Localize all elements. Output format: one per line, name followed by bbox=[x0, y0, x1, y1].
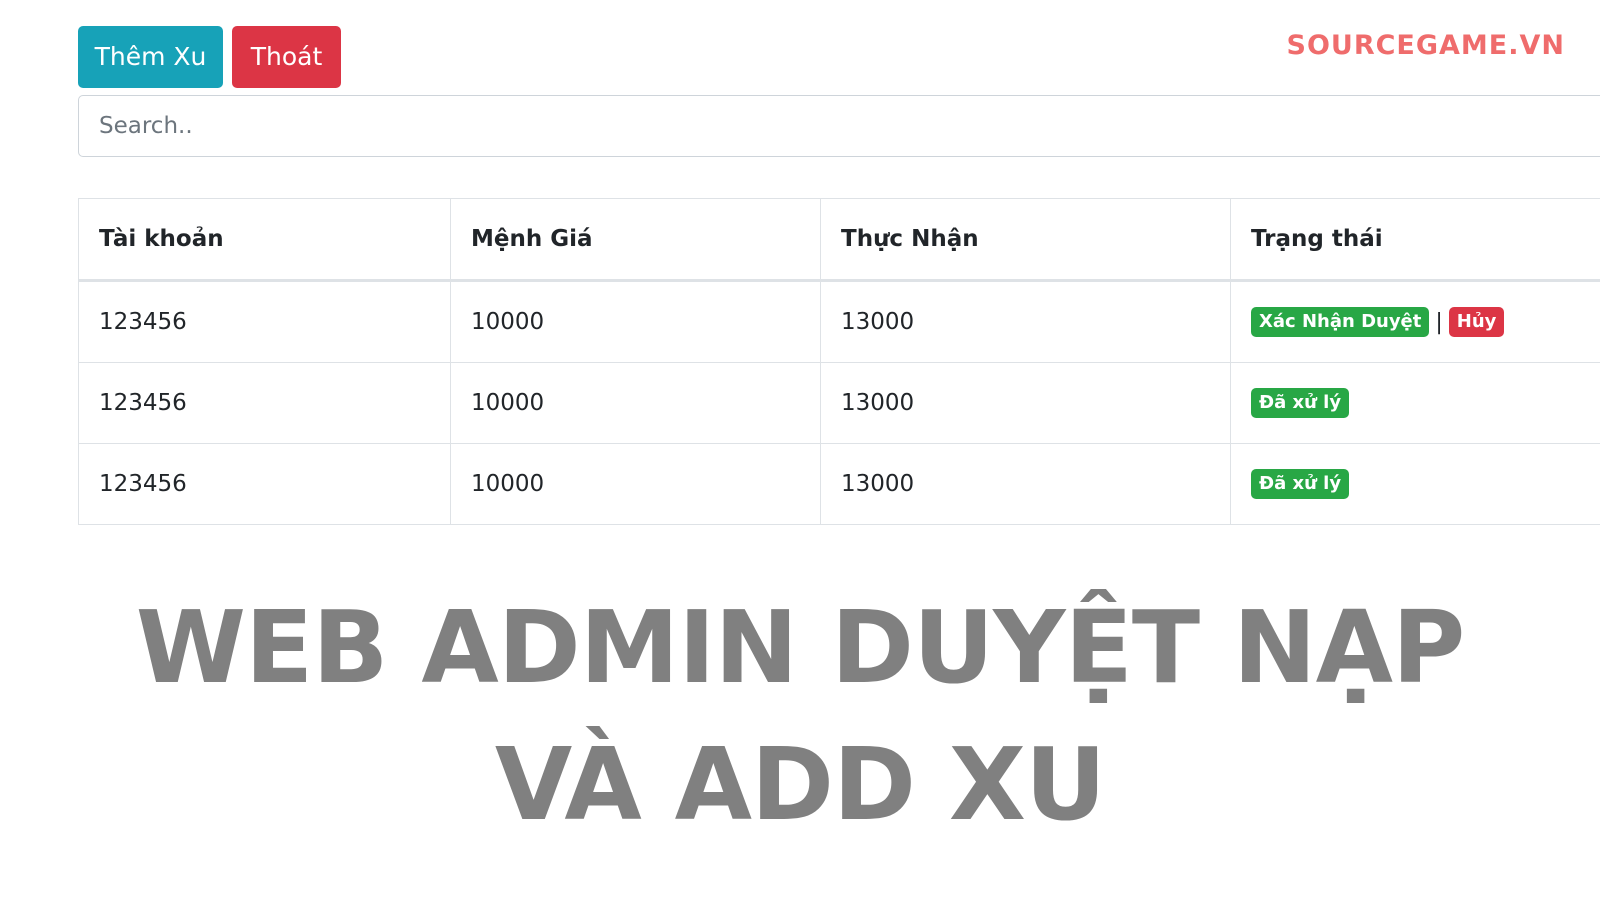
confirm-approve-button[interactable]: Xác Nhận Duyệt bbox=[1251, 307, 1430, 337]
cancel-button[interactable]: Hủy bbox=[1448, 307, 1505, 337]
processed-status-badge: Đã xử lý bbox=[1251, 469, 1350, 499]
column-header-account: Tài khoản bbox=[78, 198, 451, 282]
cell-account: 123456 bbox=[78, 280, 451, 363]
cell-received: 13000 bbox=[820, 362, 1231, 444]
deposit-table: Tài khoản Mệnh Giá Thực Nhận Trạng thái … bbox=[78, 198, 1600, 525]
processed-status-badge: Đã xử lý bbox=[1251, 388, 1350, 418]
overlay-title-line-2: VÀ ADD XU bbox=[494, 726, 1106, 843]
cell-account: 123456 bbox=[78, 362, 451, 444]
table-row: 123456 10000 13000 Đã xử lý bbox=[78, 443, 1600, 525]
cell-account: 123456 bbox=[78, 443, 451, 525]
column-header-status: Trạng thái bbox=[1230, 198, 1600, 282]
cell-status: Xác Nhận Duyệt | Hủy bbox=[1230, 280, 1600, 363]
column-header-value: Mệnh Giá bbox=[450, 198, 821, 282]
cell-value: 10000 bbox=[450, 443, 821, 525]
column-header-received: Thực Nhận bbox=[820, 198, 1231, 282]
cell-status: Đã xử lý bbox=[1230, 362, 1600, 444]
action-separator: | bbox=[1435, 309, 1443, 335]
cell-value: 10000 bbox=[450, 362, 821, 444]
brand-watermark: SOURCEGAME.VN bbox=[1286, 30, 1565, 61]
admin-page: Thêm Xu Thoát SOURCEGAME.VN Tài khoản Mệ… bbox=[0, 0, 1600, 900]
overlay-title-line-1: WEB ADMIN DUYỆT NẠP bbox=[135, 589, 1466, 706]
table-header-row: Tài khoản Mệnh Giá Thực Nhận Trạng thái bbox=[78, 198, 1600, 282]
logout-button[interactable]: Thoát bbox=[232, 26, 341, 88]
table-row: 123456 10000 13000 Xác Nhận Duyệt | Hủy bbox=[78, 280, 1600, 363]
table-row: 123456 10000 13000 Đã xử lý bbox=[78, 362, 1600, 444]
add-coins-button[interactable]: Thêm Xu bbox=[78, 26, 223, 88]
search-input[interactable] bbox=[78, 95, 1600, 157]
cell-status: Đã xử lý bbox=[1230, 443, 1600, 525]
cell-received: 13000 bbox=[820, 280, 1231, 363]
cell-received: 13000 bbox=[820, 443, 1231, 525]
cell-value: 10000 bbox=[450, 280, 821, 363]
